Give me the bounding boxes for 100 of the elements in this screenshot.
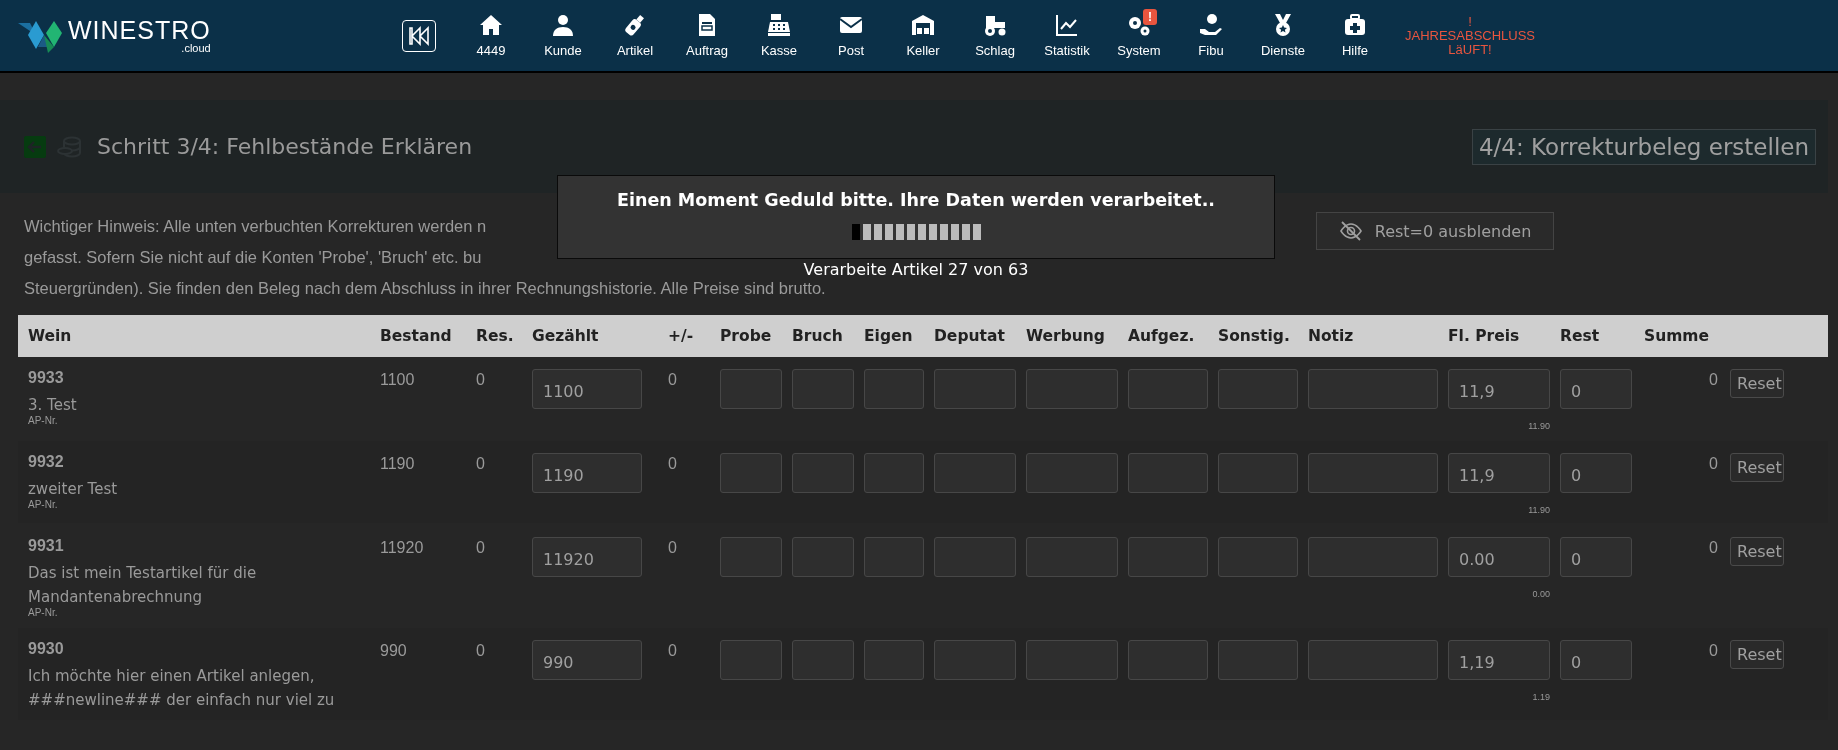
nav-item[interactable]: Dienste: [1247, 13, 1319, 58]
stock-value: 11920: [380, 539, 424, 556]
column-header: Wein: [28, 327, 73, 345]
nav-item[interactable]: Keller: [887, 13, 959, 58]
correction-field[interactable]: [1308, 369, 1438, 409]
price-field[interactable]: 1,19: [1448, 640, 1550, 680]
correction-field[interactable]: [1218, 369, 1298, 409]
column-header: Werbung: [1026, 327, 1106, 345]
column-header: Bestand: [380, 327, 453, 345]
correction-field[interactable]: [1128, 640, 1208, 680]
correction-field[interactable]: [1026, 537, 1118, 577]
correction-field[interactable]: [792, 537, 854, 577]
warehouse-icon: [911, 13, 935, 37]
price-field[interactable]: 11,9: [1448, 453, 1550, 493]
article-number: 9932: [28, 453, 65, 471]
correction-field[interactable]: [1308, 640, 1438, 680]
article-name: zweiter Test: [28, 479, 118, 500]
nav-item[interactable]: Kasse: [743, 13, 815, 58]
reserved-value: 0: [476, 642, 485, 659]
nav-item[interactable]: Fibu: [1175, 13, 1247, 58]
correction-field[interactable]: [1218, 537, 1298, 577]
progress-caption: Verarbeite Artikel 27 von 63: [803, 260, 1029, 279]
correction-field[interactable]: [1308, 453, 1438, 493]
nav-item[interactable]: 4449: [455, 13, 527, 58]
article-number: 9931: [28, 537, 65, 555]
correction-field[interactable]: [1128, 537, 1208, 577]
correction-field[interactable]: [1026, 640, 1118, 680]
reset-button[interactable]: Reset: [1730, 537, 1784, 566]
counted-field[interactable]: 1100: [532, 369, 642, 409]
correction-field[interactable]: [864, 453, 924, 493]
sum-value: 0: [1709, 371, 1718, 388]
rest-field[interactable]: 0: [1560, 537, 1632, 577]
correction-field[interactable]: [792, 640, 854, 680]
nav-item[interactable]: Schlag: [959, 13, 1031, 58]
column-header: Eigen: [864, 327, 914, 345]
chart-icon: [1055, 13, 1079, 37]
correction-field[interactable]: [934, 537, 1016, 577]
counted-field[interactable]: 1190: [532, 453, 642, 493]
article-name: Ich möchte hier einen Artikel anlegen,: [28, 666, 315, 687]
notice-text: gefasst. Sofern Sie nicht auf die Konten 'Probe', 'Bruch' etc. bu: [24, 247, 482, 268]
counted-field[interactable]: 11920: [532, 537, 642, 577]
price-field[interactable]: 0.00: [1448, 537, 1550, 577]
correction-field[interactable]: [1128, 453, 1208, 493]
difference-value: 0: [668, 539, 677, 556]
cash-register-icon: [767, 13, 791, 37]
correction-field[interactable]: [792, 369, 854, 409]
column-header: Aufgez.: [1128, 327, 1196, 345]
correction-field[interactable]: [1218, 640, 1298, 680]
rest-field[interactable]: 0: [1560, 369, 1632, 409]
article-name: Das ist mein Testartikel für die: [28, 563, 257, 584]
correction-field[interactable]: [720, 453, 782, 493]
logo-suffix: .cloud: [181, 43, 211, 54]
correction-field[interactable]: [864, 369, 924, 409]
article-name: 3. Test: [28, 395, 77, 416]
correction-field[interactable]: [720, 640, 782, 680]
correction-field[interactable]: [1128, 369, 1208, 409]
nav-item[interactable]: Kunde: [527, 13, 599, 58]
notice-text: Wichtiger Hinweis: Alle unten verbuchten Korrekturen werden n: [24, 216, 487, 237]
column-header: Probe: [720, 327, 773, 345]
correction-field[interactable]: [934, 369, 1016, 409]
correction-field[interactable]: [864, 537, 924, 577]
counted-field[interactable]: 990: [532, 640, 642, 680]
stock-value: 990: [380, 642, 407, 659]
hand-coin-icon: [1199, 13, 1223, 37]
price-field[interactable]: 11,9: [1448, 369, 1550, 409]
nav-item[interactable]: Hilfe: [1319, 13, 1391, 58]
column-header: Rest: [1560, 327, 1601, 345]
rest-field[interactable]: 0: [1560, 453, 1632, 493]
reset-button[interactable]: Reset: [1730, 640, 1784, 669]
correction-field[interactable]: [864, 640, 924, 680]
page-title: Schritt 3/4: Fehlbestände Erklären: [97, 134, 473, 159]
correction-field[interactable]: [934, 640, 1016, 680]
stock-value: 1190: [380, 455, 415, 472]
correction-field[interactable]: [720, 369, 782, 409]
ap-number-label: AP-Nr.: [28, 415, 59, 426]
correction-field[interactable]: [1026, 453, 1118, 493]
correction-field[interactable]: [1308, 537, 1438, 577]
price-hint: 0.00: [1532, 589, 1550, 599]
nav-item[interactable]: Auftrag: [671, 13, 743, 58]
difference-value: 0: [668, 371, 677, 388]
rest-field[interactable]: 0: [1560, 640, 1632, 680]
correction-field[interactable]: [934, 453, 1016, 493]
reset-button[interactable]: Reset: [1730, 453, 1784, 482]
difference-value: 0: [668, 455, 677, 472]
hide-rest-button[interactable]: Rest=0 ausblenden: [1316, 212, 1554, 250]
nav-item[interactable]: Statistik: [1031, 13, 1103, 58]
correction-field[interactable]: [1218, 453, 1298, 493]
correction-field[interactable]: [792, 453, 854, 493]
nav-item[interactable]: Post: [815, 13, 887, 58]
price-hint: 11.90: [1528, 421, 1550, 431]
nav-item[interactable]: Artikel: [599, 13, 671, 58]
correction-field[interactable]: [1026, 369, 1118, 409]
sum-value: 0: [1709, 455, 1718, 472]
reset-button[interactable]: Reset: [1730, 369, 1784, 398]
notification-badge: !: [1143, 9, 1157, 25]
reserved-value: 0: [476, 371, 485, 388]
column-header: Summe: [1644, 327, 1710, 345]
next-step-button[interactable]: 4/4: Korrekturbeleg erstellen: [1471, 128, 1816, 165]
price-hint: 11.90: [1528, 505, 1550, 515]
correction-field[interactable]: [720, 537, 782, 577]
